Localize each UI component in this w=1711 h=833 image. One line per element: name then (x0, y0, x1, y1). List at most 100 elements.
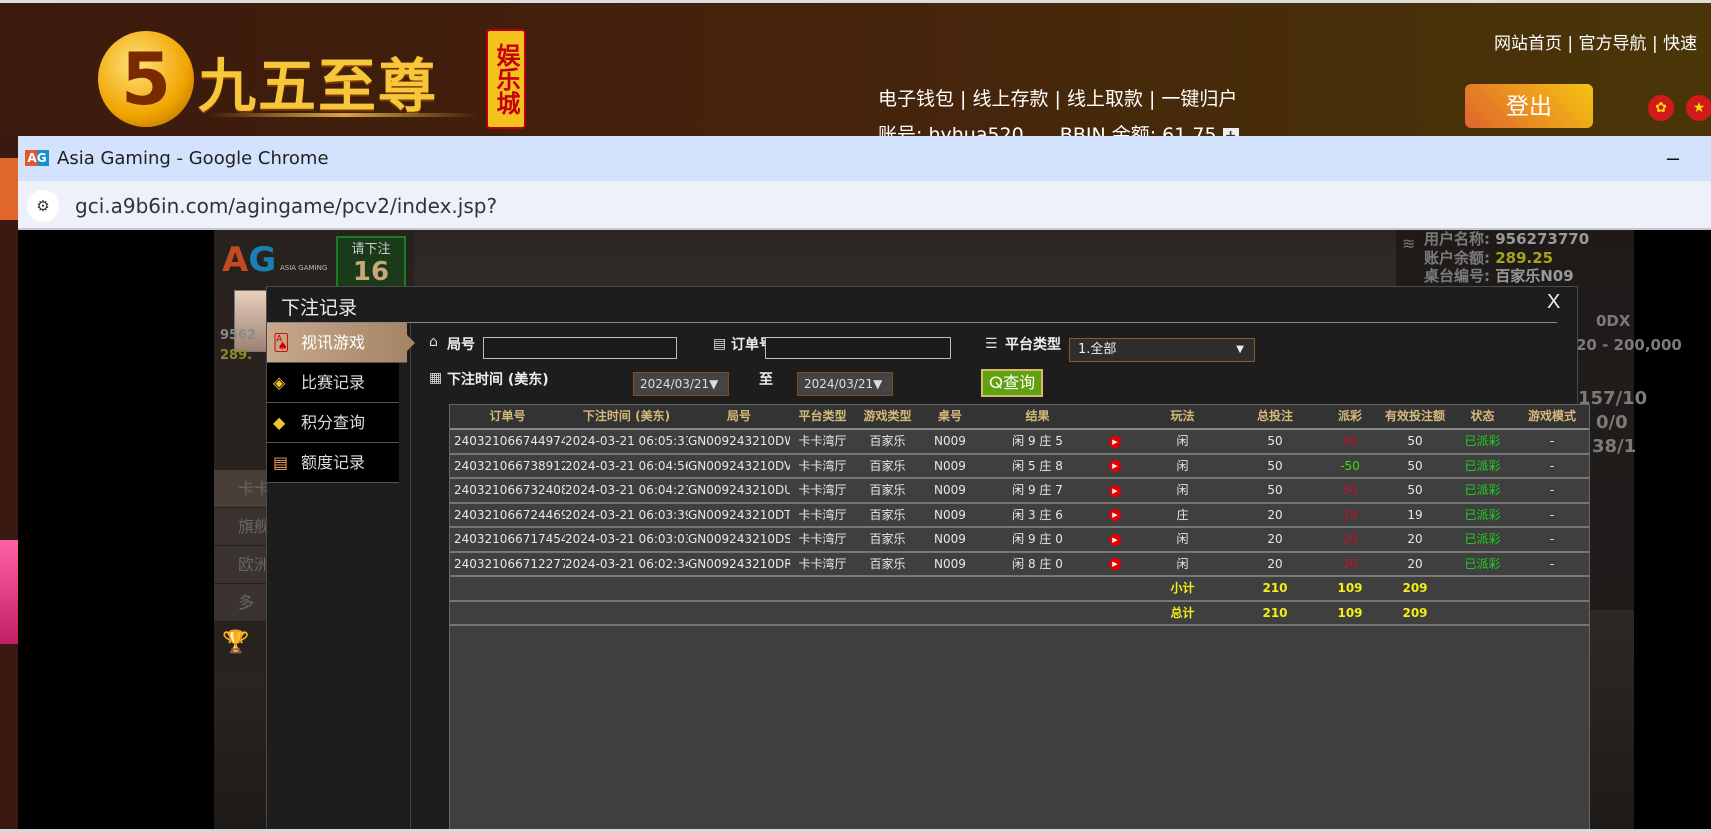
order-input[interactable] (765, 337, 951, 359)
table-cell: 2024-03-21 06:04:21 (565, 483, 688, 497)
date-from-picker[interactable]: 2024/03/21▼ (633, 372, 729, 396)
bet-record-dialog: 下注记录 X 🂡 视讯游戏 ◈ 比赛记录 ◆ 积分查询 ▤ 额度记录 ⌂ 局号 ▤ 订单… (266, 286, 1590, 829)
query-button[interactable]: ⵕ查询 (981, 369, 1043, 397)
table-cell: 卡卡湾厅 (798, 532, 847, 546)
link-withdraw[interactable]: 线上取款 (1067, 88, 1143, 110)
ticket-icon: ◈ (273, 373, 286, 392)
table-header: 订单号 下注时间 (美东) 局号 平台类型 游戏类型 桌号 结果 玩法 总投注 派彩 有效投注额 状态… (450, 405, 1589, 430)
menu-item-credit-records[interactable]: ▤ 额度记录 (267, 443, 399, 483)
menu-item-points[interactable]: ◆ 积分查询 (267, 403, 399, 443)
table-cell (450, 577, 565, 600)
table-cell: GN009243210DS (688, 532, 790, 546)
table-cell: N009 (934, 434, 966, 448)
column-header: 派彩 (1337, 409, 1362, 423)
table-cell: - (1549, 532, 1555, 546)
replay-cell[interactable]: ▶ (1095, 553, 1135, 576)
menu-item-match-records[interactable]: ◈ 比赛记录 (267, 363, 399, 403)
column-header: 桌号 (937, 409, 962, 423)
total-total_bet: 210 (1262, 605, 1288, 620)
table-cell (1450, 602, 1515, 625)
table-cell (1095, 602, 1135, 625)
table-row: 240321066712277 2024-03-21 06:02:34 GN0092… (450, 553, 1589, 577)
column-header: 局号 (726, 409, 751, 423)
play-replay-icon[interactable]: ▶ (1109, 509, 1121, 521)
url-text[interactable]: gci.a9b6in.com/agingame/pcv2/index.jsp? (75, 194, 497, 218)
game-viewport: AG ASIA GAMING 请下注 16 9562 289. 卡卡 旗舰 欧洲… (18, 230, 1711, 829)
table-cell: 50 (1267, 434, 1283, 448)
logo-emblem: 5 (98, 31, 194, 127)
table-cell: 2024-03-21 06:03:03 (565, 532, 688, 546)
replay-cell[interactable]: ▶ (1095, 479, 1135, 502)
diamond-icon: ◆ (273, 413, 286, 432)
divider (267, 322, 1557, 323)
replay-cell[interactable]: ▶ (1095, 504, 1135, 527)
dialog-title: 下注记录 (281, 297, 358, 319)
replay-cell[interactable]: ▶ (1095, 455, 1135, 478)
info-balance: 账户余额: 289.25 (1424, 249, 1554, 267)
logout-button[interactable]: 登出 (1465, 84, 1593, 128)
site-logo[interactable]: 5 九五至尊 娱乐城 (98, 25, 528, 133)
logo-text: 九五至尊 (198, 52, 439, 120)
table-cell: - (1549, 458, 1555, 473)
table-cell: 20 (1267, 556, 1283, 571)
minimize-button[interactable]: – (1658, 140, 1688, 176)
play-replay-icon[interactable]: ▶ (1109, 533, 1121, 546)
table-cell: 闲 8 庄 0 (1012, 556, 1063, 571)
window-bottom-edge (0, 829, 1711, 833)
table-cell (1515, 577, 1589, 600)
link-wallet[interactable]: 电子钱包 (878, 88, 954, 110)
column-header: 有效投注额 (1384, 409, 1445, 423)
table-cell: 20 (1407, 556, 1423, 571)
menu-item-live-games[interactable]: 🂡 视讯游戏 (267, 323, 415, 363)
link-nav[interactable]: 官方导航 (1579, 34, 1647, 54)
cards-icon: 🂡 (273, 333, 290, 352)
table-cell (855, 602, 920, 625)
info-user: 用户名称: 956273770 (1424, 230, 1590, 248)
left-balance: 289. (220, 348, 253, 363)
platform-select[interactable]: 1.全部 ▼ (1069, 338, 1255, 362)
table-cell: 闲 (1176, 434, 1189, 448)
link-quick[interactable]: 快速 (1663, 34, 1697, 54)
favicon-icon: AG (25, 150, 49, 166)
site-settings-icon[interactable]: ⚙ (27, 190, 59, 222)
link-collect[interactable]: 一键归户 (1161, 88, 1237, 110)
play-replay-icon[interactable]: ▶ (1109, 435, 1121, 448)
side-tab (0, 158, 18, 220)
column-header: 平台类型 (798, 409, 847, 423)
site-background-strip (0, 136, 18, 833)
close-button[interactable]: X (1547, 291, 1560, 314)
table-cell (1095, 577, 1135, 600)
bet-prompt: 请下注 (351, 242, 391, 257)
list-icon: ☰ (985, 336, 998, 352)
table-cell (1450, 577, 1515, 600)
round-input[interactable] (483, 337, 677, 359)
table-cell: N009 (934, 532, 966, 546)
table-cell: 已派彩 (1464, 483, 1501, 497)
table-cell: N009 (934, 507, 966, 522)
table-cell: N009 (934, 556, 966, 571)
document-icon: ▤ (273, 453, 289, 472)
tag-icon: ⌂ (429, 334, 438, 350)
trophy-icon: 🏆 (222, 630, 250, 655)
hk-flag-icon[interactable]: ✿ (1648, 95, 1674, 121)
link-deposit[interactable]: 线上存款 (972, 88, 1048, 110)
column-header: 玩法 (1170, 409, 1195, 423)
table-cell: 240321066738912 (454, 458, 565, 473)
link-home[interactable]: 网站首页 (1494, 34, 1562, 54)
date-to-picker[interactable]: 2024/03/21▼ (797, 372, 893, 396)
play-replay-icon[interactable]: ▶ (1109, 460, 1121, 472)
replay-cell[interactable]: ▶ (1095, 430, 1135, 453)
bet-record-table: 订单号 下注时间 (美东) 局号 平台类型 游戏类型 桌号 结果 玩法 总投注 派彩 有效投注额 状态… (449, 404, 1590, 829)
cn-flag-icon[interactable]: ★ (1686, 95, 1711, 121)
play-replay-icon[interactable]: ▶ (1109, 484, 1121, 497)
table-cell: 2024-03-21 06:04:56 (565, 458, 688, 473)
promo-badge[interactable] (0, 540, 18, 644)
table-cell: N009 (934, 458, 966, 473)
table-cell: 卡卡湾厅 (798, 458, 847, 473)
table-cell: 240321066744974 (454, 434, 565, 448)
column-header: 游戏模式 (1527, 409, 1576, 423)
play-replay-icon[interactable]: ▶ (1109, 558, 1121, 570)
table-cell: 闲 (1176, 556, 1189, 571)
replay-cell[interactable]: ▶ (1095, 528, 1135, 551)
table-cell: 50 (1267, 483, 1283, 497)
